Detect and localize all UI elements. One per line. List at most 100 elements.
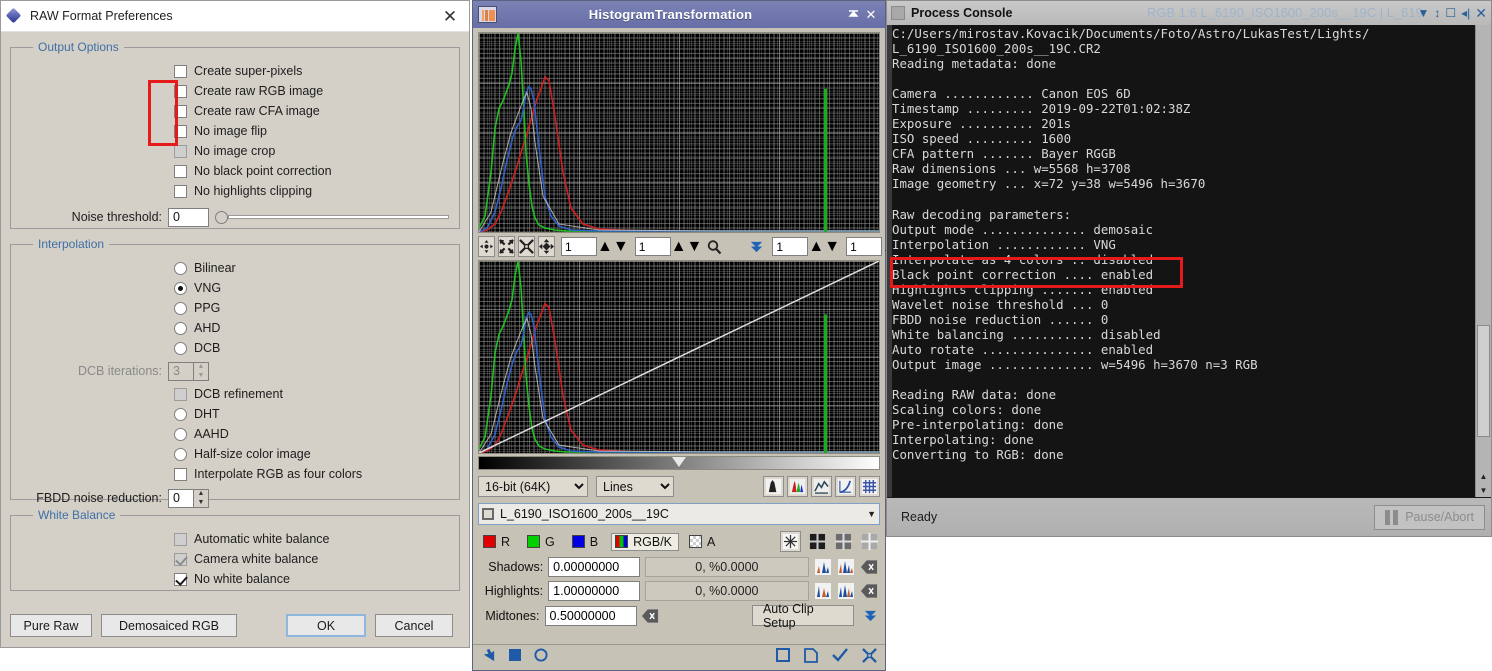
channel-button-r[interactable]: R xyxy=(479,533,517,551)
grid-medium-icon[interactable] xyxy=(834,532,853,551)
input-histogram-chart[interactable] xyxy=(478,260,880,454)
zoom-reset-icon[interactable] xyxy=(518,236,535,257)
spin-up-icon[interactable]: ▲ xyxy=(194,490,208,499)
radio-dht[interactable]: DHT xyxy=(19,404,451,424)
fbdd-input[interactable] xyxy=(168,488,194,508)
res-y-input[interactable] xyxy=(846,237,883,256)
resolution-select[interactable]: 8-bit (256)10-bit (1K)12-bit (4K)14-bit … xyxy=(478,476,588,497)
radio-dcb[interactable]: DCB xyxy=(19,338,451,358)
checkbox-box[interactable] xyxy=(174,84,187,98)
radio-box[interactable] xyxy=(174,261,187,275)
zoom-x-spinner[interactable]: ▲▼ xyxy=(597,238,629,256)
tone-gradient-strip[interactable] xyxy=(478,456,880,470)
zoom-x-input[interactable] xyxy=(561,237,597,256)
radio-aahd[interactable]: AAHD xyxy=(19,424,451,444)
auto-clip-setup-button[interactable]: Auto Clip Setup xyxy=(751,602,854,630)
roll-up-icon[interactable] xyxy=(844,6,862,24)
radio-box[interactable] xyxy=(174,301,187,315)
document-icon[interactable] xyxy=(804,647,818,668)
reset-icon[interactable] xyxy=(861,582,879,601)
noise-threshold-slider-knob[interactable] xyxy=(215,210,228,224)
radio-bilinear[interactable]: Bilinear xyxy=(19,258,451,278)
zoom-fit-icon[interactable] xyxy=(498,236,515,257)
highlights-input[interactable] xyxy=(548,581,641,601)
reset-icon[interactable] xyxy=(861,558,879,577)
spin-down-icon[interactable]: ▼ xyxy=(194,498,208,507)
checkbox-no-image-flip[interactable]: No image flip xyxy=(19,121,451,141)
shadows-input[interactable] xyxy=(548,557,641,577)
radio-box[interactable] xyxy=(174,427,187,441)
magnifier-icon[interactable] xyxy=(705,236,723,257)
demosaiced-rgb-button[interactable]: Demosaiced RGB xyxy=(101,614,237,637)
expand-down-icon[interactable] xyxy=(862,606,879,625)
checkbox-no-black-point-correction[interactable]: No black point correction xyxy=(19,161,451,181)
close-icon[interactable]: ✕ xyxy=(437,4,463,28)
apply-icon[interactable] xyxy=(832,648,848,667)
radio-box[interactable] xyxy=(174,321,187,335)
chart-icon[interactable] xyxy=(811,476,832,497)
channel-button-rgbk[interactable]: RGB/K xyxy=(611,532,680,551)
noise-threshold-input[interactable] xyxy=(168,207,209,227)
res-x-spinner[interactable]: ▲▼ xyxy=(808,238,840,256)
fbdd-spinner[interactable]: ▲ ▼ xyxy=(194,488,209,508)
histogram-view-icon[interactable] xyxy=(763,476,784,497)
checkbox-box[interactable] xyxy=(174,164,187,178)
checkbox-box[interactable] xyxy=(174,572,187,586)
clip-high-rgb-icon[interactable] xyxy=(837,582,855,601)
chevron-down-icon[interactable]: ▼ xyxy=(867,509,876,519)
spin-down-icon[interactable]: ▼ xyxy=(687,238,703,255)
channel-button-a[interactable]: A xyxy=(685,533,722,551)
circle-icon[interactable] xyxy=(534,648,548,667)
pan-mode-icon[interactable] xyxy=(478,236,495,257)
scroll-up-icon[interactable]: ▲ xyxy=(1476,469,1491,483)
reset-icon[interactable] xyxy=(641,606,659,625)
maximize-icon[interactable]: ☐ xyxy=(1445,7,1456,19)
process-console-output[interactable]: C:/Users/mirostav.Kovacik/Documents/Foto… xyxy=(887,25,1491,497)
close-icon[interactable]: ✕ xyxy=(862,6,880,24)
collapse-left-icon[interactable]: ◂| xyxy=(1461,7,1470,19)
resize-icon[interactable]: ↕ xyxy=(1434,7,1440,19)
checkbox-box[interactable] xyxy=(174,467,187,481)
chevron-down-icon[interactable]: ▼ xyxy=(1417,7,1429,19)
midtones-input[interactable] xyxy=(544,605,637,626)
radio-ppg[interactable]: PPG xyxy=(19,298,451,318)
checkbox-box[interactable] xyxy=(174,64,187,78)
ok-button[interactable]: OK xyxy=(286,614,366,637)
checkbox-create-raw-rgb-image[interactable]: Create raw RGB image xyxy=(19,81,451,101)
plot-mode-select[interactable]: LinesBarsDots xyxy=(596,476,674,497)
checkbox-box[interactable] xyxy=(174,104,187,118)
output-histogram-chart[interactable] xyxy=(478,32,880,233)
radio-vng[interactable]: VNG xyxy=(19,278,451,298)
radio-ahd[interactable]: AHD xyxy=(19,318,451,338)
spin-down-icon[interactable]: ▼ xyxy=(613,238,629,255)
zoom-y-spinner[interactable]: ▲▼ xyxy=(671,238,703,256)
clip-high-icon[interactable] xyxy=(814,582,832,601)
channel-button-b[interactable]: B xyxy=(568,533,605,551)
scroll-down-icon[interactable]: ▼ xyxy=(1476,483,1491,497)
channel-button-g[interactable]: G xyxy=(523,533,562,551)
checkbox-create-super-pixels[interactable]: Create super-pixels xyxy=(19,61,451,81)
radio-box[interactable] xyxy=(174,341,187,355)
move-icon[interactable] xyxy=(538,236,555,257)
console-scrollbar[interactable]: ▲ ▼ xyxy=(1475,25,1491,497)
checkbox-no-highlights-clipping[interactable]: No highlights clipping xyxy=(19,181,451,201)
scrollbar-thumb[interactable] xyxy=(1477,325,1490,437)
clip-low-icon[interactable] xyxy=(814,558,832,577)
checkbox-box[interactable] xyxy=(174,184,187,198)
spin-up-icon[interactable]: ▲ xyxy=(671,238,687,255)
res-x-input[interactable] xyxy=(772,237,809,256)
close-icon[interactable]: ✕ xyxy=(1475,6,1487,20)
radio-box[interactable] xyxy=(174,407,187,421)
grid-light-icon[interactable] xyxy=(860,532,879,551)
collapse-icon[interactable] xyxy=(862,647,877,668)
square-icon[interactable] xyxy=(508,648,522,667)
checkbox-interpolate-rgb-four-colors[interactable]: Interpolate RGB as four colors xyxy=(19,464,451,484)
pause-abort-button[interactable]: Pause/Abort xyxy=(1374,504,1485,530)
checkbox-create-raw-cfa-image[interactable]: Create raw CFA image xyxy=(19,101,451,121)
checkbox-no-white-balance[interactable]: No white balance xyxy=(19,569,451,589)
spin-down-icon[interactable]: ▼ xyxy=(824,238,840,255)
curve-icon[interactable] xyxy=(835,476,856,497)
color-histogram-icon[interactable] xyxy=(787,476,808,497)
reset-channel-icon[interactable] xyxy=(780,531,801,552)
midtones-marker[interactable] xyxy=(672,457,686,467)
